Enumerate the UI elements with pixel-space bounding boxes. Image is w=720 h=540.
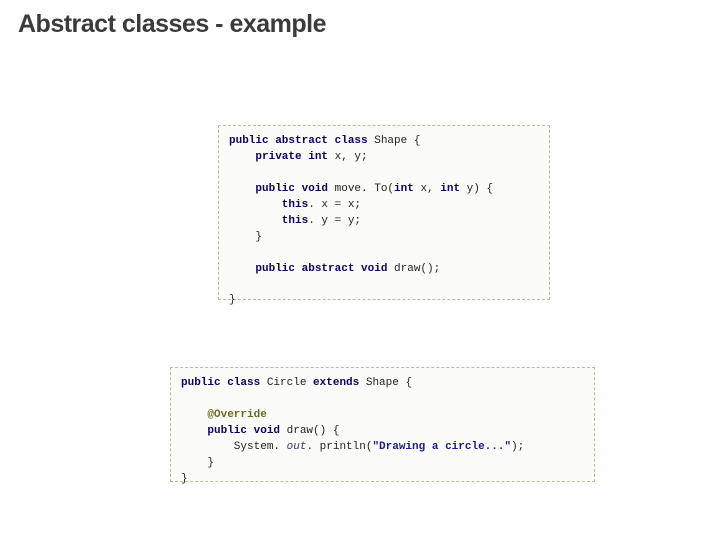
code-text: private int xyxy=(229,151,335,163)
code-text: out xyxy=(280,441,306,453)
code-block-shape: public abstract class Shape { private in… xyxy=(218,125,550,300)
code-text: int xyxy=(394,183,420,195)
code-text: . println( xyxy=(306,441,372,453)
code-block-circle: public class Circle extends Shape { @Ove… xyxy=(170,367,595,482)
code-text: System. xyxy=(181,441,280,453)
code-text: public void xyxy=(229,183,335,195)
code-text: this xyxy=(229,215,308,227)
code-text: . y = y; xyxy=(308,215,361,227)
code-text: Shape { xyxy=(366,377,412,389)
code-text: draw(); xyxy=(394,263,440,275)
code-text: draw() { xyxy=(287,425,340,437)
code-text: } xyxy=(181,473,188,485)
code-text: this xyxy=(229,199,308,211)
code-text: y) { xyxy=(467,183,493,195)
code-text: extends xyxy=(313,377,366,389)
code-text: . x = x; xyxy=(308,199,361,211)
code-text: move. To( xyxy=(335,183,394,195)
slide: Abstract classes - example public abstra… xyxy=(0,0,720,540)
code-text: x, y; xyxy=(335,151,368,163)
code-text: ); xyxy=(511,441,524,453)
code-text: Circle xyxy=(267,377,313,389)
code-text: @Override xyxy=(181,409,267,421)
code-text: public abstract class xyxy=(229,135,374,147)
code-text: Shape { xyxy=(374,135,420,147)
code-text: "Drawing a circle..." xyxy=(372,441,511,453)
code-text: x, xyxy=(420,183,440,195)
code-text: public class xyxy=(181,377,267,389)
code-text: } xyxy=(229,231,262,243)
code-text: public void xyxy=(181,425,287,437)
slide-title: Abstract classes - example xyxy=(18,10,326,39)
code-text: } xyxy=(181,457,214,469)
code-text: int xyxy=(440,183,466,195)
code-text: } xyxy=(229,294,236,306)
code-text: public abstract void xyxy=(229,263,394,275)
